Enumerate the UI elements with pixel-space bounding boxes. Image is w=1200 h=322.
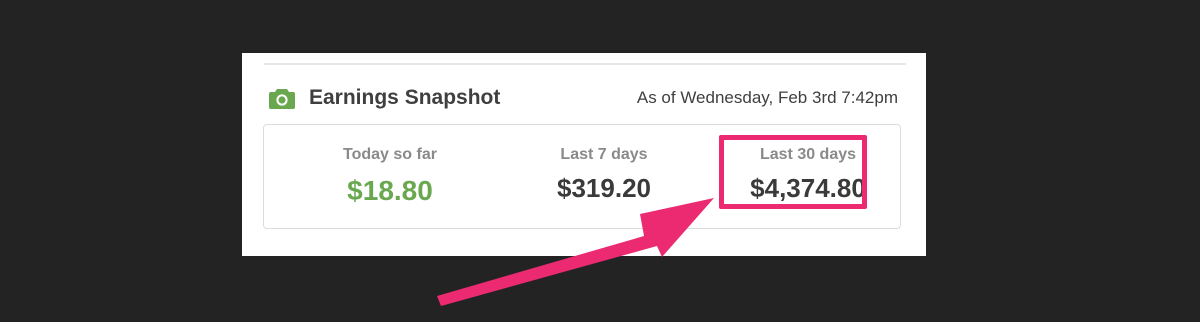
title-group: Earnings Snapshot	[269, 86, 500, 110]
stat-week: Last 7 days $319.20	[514, 125, 694, 228]
camera-icon	[269, 89, 295, 109]
stat-week-value: $319.20	[557, 173, 651, 203]
as-of-timestamp: As of Wednesday, Feb 3rd 7:42pm	[636, 88, 898, 107]
top-divider	[264, 63, 906, 65]
stat-today: Today so far $18.80	[300, 125, 480, 228]
stat-today-label: Today so far	[343, 146, 437, 163]
stat-today-value: $18.80	[347, 175, 433, 206]
highlight-box	[719, 135, 867, 209]
stat-week-label: Last 7 days	[560, 146, 648, 163]
card-header: Earnings Snapshot As of Wednesday, Feb 3…	[269, 83, 898, 113]
card-title: Earnings Snapshot	[309, 86, 501, 109]
